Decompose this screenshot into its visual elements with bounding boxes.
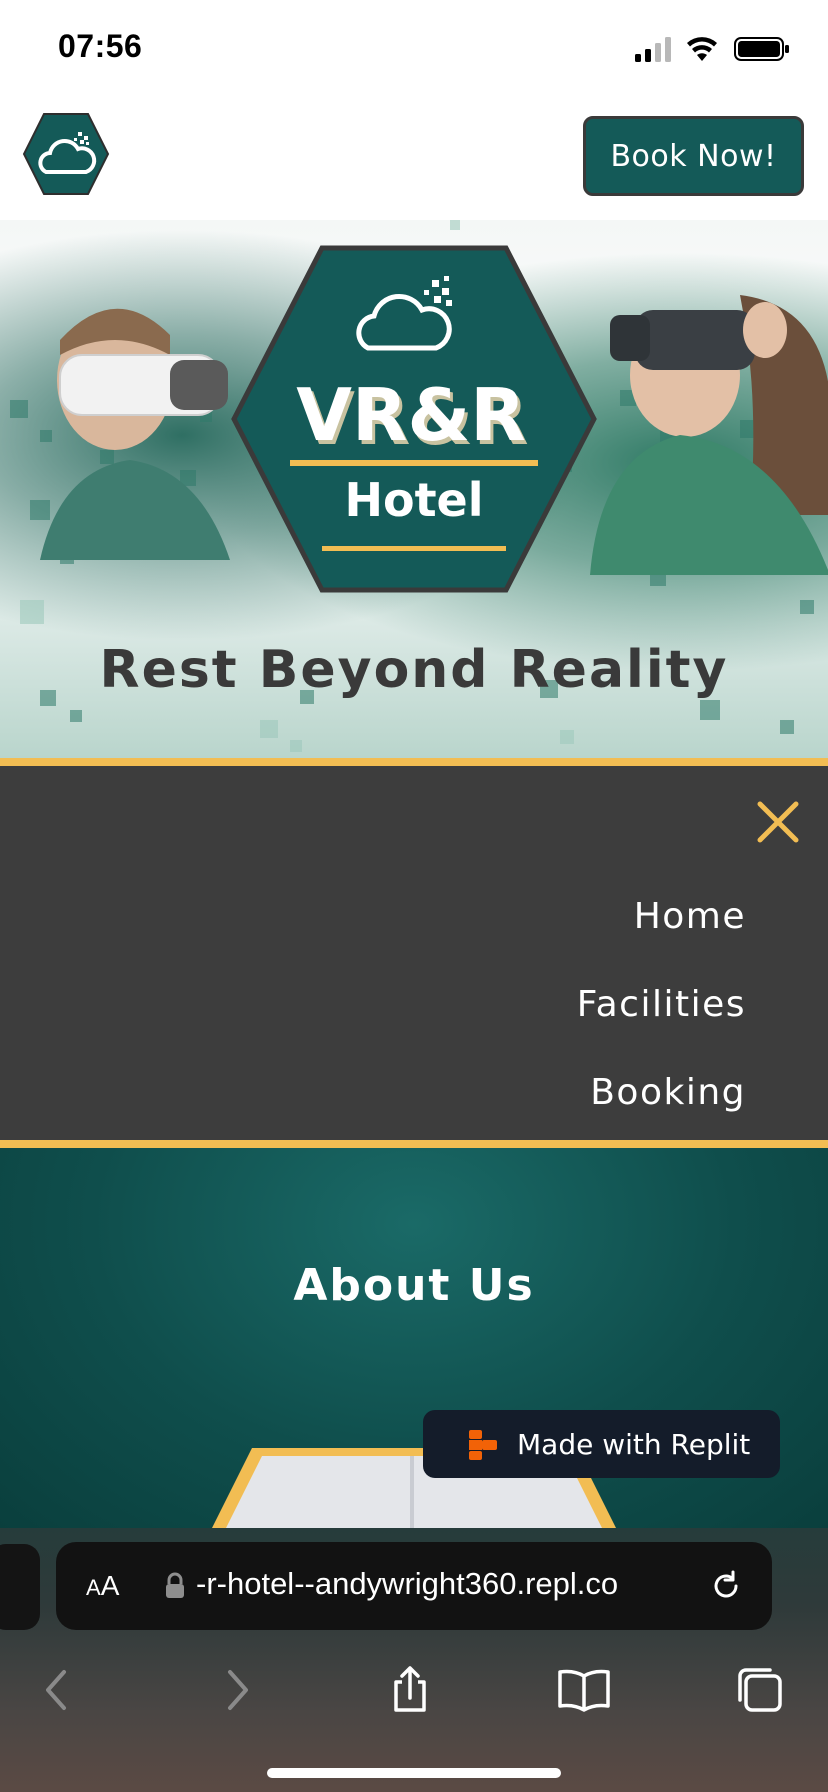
share-icon[interactable] <box>380 1660 440 1720</box>
reader-text-size-button[interactable]: AA <box>86 1570 119 1602</box>
close-icon[interactable] <box>752 796 804 848</box>
home-indicator <box>267 1768 561 1778</box>
made-with-replit-badge[interactable]: Made with Replit <box>423 1410 780 1478</box>
nav-item-facilities[interactable]: Facilities <box>577 984 746 1025</box>
tabs-icon[interactable] <box>730 1660 790 1720</box>
lock-icon <box>166 1572 184 1598</box>
vr-man-image <box>40 308 230 560</box>
nav-item-booking[interactable]: Booking <box>590 1072 746 1113</box>
status-icons <box>635 37 789 62</box>
aa-large-letter: A <box>100 1570 120 1601</box>
hero-tagline: Rest Beyond Reality <box>99 640 729 700</box>
book-icon[interactable] <box>554 1660 614 1720</box>
battery-icon <box>734 37 789 61</box>
previous-tab-peek[interactable] <box>0 1544 40 1630</box>
nav-menu: Home Facilities Booking <box>0 766 828 1140</box>
chevron-right-icon[interactable] <box>206 1660 266 1720</box>
status-time: 07:56 <box>58 28 143 64</box>
replit-logo-icon <box>469 1430 497 1460</box>
browser-chrome: AA -r-hotel--andywright360.repl.co <box>0 1528 828 1792</box>
vr-woman-image <box>590 295 828 575</box>
wifi-icon <box>687 37 717 61</box>
gold-divider-top <box>0 758 828 766</box>
url-text[interactable]: -r-hotel--andywright360.repl.co <box>196 1566 716 1602</box>
chevron-left-icon[interactable] <box>28 1660 88 1720</box>
book-now-button[interactable]: Book Now! <box>583 116 804 196</box>
reload-icon[interactable] <box>708 1568 744 1604</box>
logo-line1: VR&R <box>296 373 525 457</box>
replit-badge-label: Made with Replit <box>517 1427 751 1461</box>
cellular-signal-icon <box>635 37 671 62</box>
site-header: Book Now! <box>0 100 828 220</box>
nav-item-home[interactable]: Home <box>634 896 746 937</box>
logo-line2: Hotel <box>344 473 483 527</box>
status-bar: 07:56 <box>0 0 828 100</box>
vr-and-r-hotel-logo: VR&R VR&R Hotel <box>231 245 597 593</box>
aa-small-letter: A <box>86 1575 101 1600</box>
cloud-hexagon-icon[interactable] <box>22 112 110 196</box>
gold-divider-bottom <box>0 1140 828 1148</box>
hero-banner: VR&R VR&R Hotel Rest Beyond Reality <box>0 220 828 758</box>
about-title: About Us <box>293 1260 535 1311</box>
address-bar[interactable]: AA -r-hotel--andywright360.repl.co <box>56 1542 772 1630</box>
